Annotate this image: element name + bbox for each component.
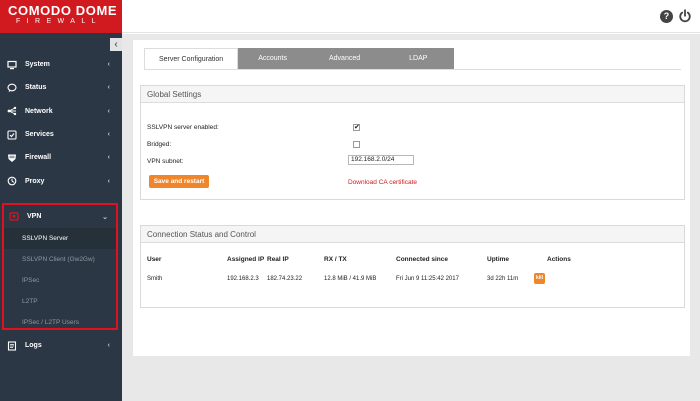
cell-uptime: 3d 22h 11m xyxy=(487,276,519,282)
comodo-dome-logo[interactable]: COMODO DOME FIREWALL xyxy=(0,0,122,33)
chevron-left-icon: ‹ xyxy=(107,177,110,185)
tab-bar: Server Configuration Accounts Advanced L… xyxy=(144,48,455,69)
tab-ldap[interactable]: LDAP xyxy=(382,48,455,69)
tab-divider xyxy=(144,69,681,70)
col-header-uptime: Uptime xyxy=(487,256,510,263)
logs-icon xyxy=(7,341,17,351)
chevron-left-icon: ‹ xyxy=(107,342,110,350)
sslvpn-enabled-checkbox[interactable]: ✔ xyxy=(353,124,360,131)
connection-status-title: Connection Status and Control xyxy=(141,226,684,243)
save-and-restart-button[interactable]: Save and restart xyxy=(149,175,209,188)
collapse-row: ‹ xyxy=(0,33,122,53)
chevron-left-icon: ‹ xyxy=(107,154,110,162)
vpn-menu-highlight: VPN ⌄ SSLVPN Server SSLVPN Client (Gw2Gw… xyxy=(2,203,118,330)
chevron-left-icon: ‹ xyxy=(107,61,110,69)
bridged-label: Bridged: xyxy=(147,141,172,148)
sidebar-item-logs[interactable]: Logs ‹ xyxy=(0,334,122,357)
col-header-rx-tx: RX / TX xyxy=(324,256,347,263)
monitor-icon xyxy=(7,60,17,70)
sidebar-item-label: Logs xyxy=(25,342,42,350)
chevron-left-icon: ‹ xyxy=(107,131,110,139)
sslvpn-enabled-label: SSLVPN server enabled: xyxy=(147,124,219,131)
top-bar: ? xyxy=(122,0,700,33)
sidebar-item-label: System xyxy=(25,61,50,69)
sidebar-item-label: Firewall xyxy=(25,154,52,162)
sidebar-subitem-ipsec[interactable]: IPSec xyxy=(4,270,116,291)
sidebar-item-services[interactable]: Services ‹ xyxy=(0,123,122,146)
sidebar-item-status[interactable]: Status ‹ xyxy=(0,76,122,99)
sidebar-item-label: Status xyxy=(25,84,47,92)
col-header-actions: Actions xyxy=(547,256,571,263)
proxy-icon xyxy=(7,176,17,186)
sidebar-item-system[interactable]: System ‹ xyxy=(0,53,122,76)
col-header-user: User xyxy=(147,256,162,263)
vpn-subnet-input[interactable]: 192.168.2.0/24 xyxy=(348,155,414,165)
sidebar-subitem-l2tp[interactable]: L2TP xyxy=(4,291,116,312)
kill-connection-button[interactable]: kill xyxy=(534,273,545,284)
cell-real-ip: 182.74.23.22 xyxy=(267,276,303,282)
tab-server-configuration[interactable]: Server Configuration xyxy=(144,48,239,69)
help-icon[interactable]: ? xyxy=(660,10,673,23)
chevron-left-icon: ‹ xyxy=(107,107,110,115)
cell-assigned-ip: 192.168.2.3 xyxy=(227,276,259,282)
col-header-real-ip: Real IP xyxy=(267,256,289,263)
tab-advanced[interactable]: Advanced xyxy=(307,48,383,69)
sidebar-item-label: VPN xyxy=(27,213,42,220)
power-icon[interactable] xyxy=(678,9,692,23)
sidebar-subitem-sslvpn-client[interactable]: SSLVPN Client (Gw2Gw) xyxy=(4,249,116,270)
bridged-checkbox[interactable] xyxy=(353,141,360,148)
sidebar-subitem-ipsec-l2tp-users[interactable]: IPSec / L2TP Users xyxy=(4,312,116,333)
sslvpn-panel: Server Configuration Accounts Advanced L… xyxy=(133,40,690,356)
global-settings-card: Global Settings SSLVPN server enabled: ✔… xyxy=(140,85,685,200)
main-content: Server Configuration Accounts Advanced L… xyxy=(122,34,700,401)
tab-accounts[interactable]: Accounts xyxy=(238,48,307,69)
download-ca-certificate-link[interactable]: Download CA certificate xyxy=(348,179,417,186)
chat-bubble-icon xyxy=(7,83,17,93)
sidebar: COMODO DOME FIREWALL ‹ System ‹ Status ‹… xyxy=(0,0,122,401)
vpn-icon xyxy=(9,211,19,222)
cell-rx-tx: 12.8 MiB / 41.9 MiB xyxy=(324,276,377,282)
collapse-sidebar-button[interactable]: ‹ xyxy=(110,38,122,51)
services-icon xyxy=(7,129,17,140)
sidebar-item-proxy[interactable]: Proxy ‹ xyxy=(0,169,122,192)
sidebar-subitem-sslvpn-server[interactable]: SSLVPN Server xyxy=(4,228,116,249)
col-header-assigned-ip: Assigned IP xyxy=(227,256,265,263)
cell-user: Smith xyxy=(147,276,163,282)
sidebar-item-label: Services xyxy=(25,131,54,139)
cell-connected-since: Fri Jun 9 11:25:42 2017 xyxy=(396,276,459,282)
chevron-left-icon: ‹ xyxy=(107,84,110,92)
logo-sub-text: FIREWALL xyxy=(16,18,102,25)
sidebar-item-network[interactable]: Network ‹ xyxy=(0,100,122,123)
sidebar-item-label: Network xyxy=(25,107,53,115)
connection-status-card: Connection Status and Control User Assig… xyxy=(140,225,685,308)
vpn-subnet-label: VPN subnet: xyxy=(147,158,184,165)
global-settings-title: Global Settings xyxy=(141,86,684,103)
chevron-down-icon: ⌄ xyxy=(102,213,108,221)
sidebar-item-label: Proxy xyxy=(25,177,45,185)
logo-main-text: COMODO DOME xyxy=(8,3,118,18)
shield-icon xyxy=(7,153,17,163)
col-header-connected-since: Connected since xyxy=(396,256,449,263)
sidebar-item-vpn[interactable]: VPN ⌄ xyxy=(4,205,116,228)
network-icon xyxy=(7,106,17,116)
sidebar-item-firewall[interactable]: Firewall ‹ xyxy=(0,146,122,169)
